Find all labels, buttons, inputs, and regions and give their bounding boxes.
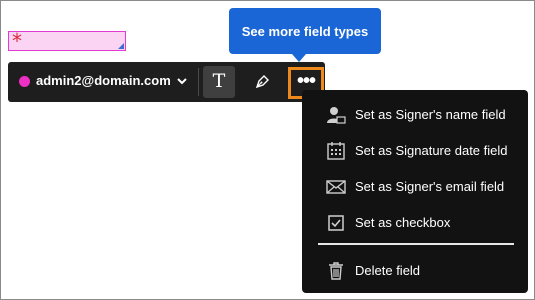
toolbar-separator [198,68,199,96]
menu-item-label: Set as Signer's email field [355,179,505,194]
menu-item-label: Delete field [355,263,421,278]
field-toolbar: admin2@domain.com T ••• [8,62,325,102]
checkbox-icon [328,215,344,231]
menu-item-signature-date[interactable]: Set as Signature date field [302,134,528,168]
signer-email[interactable]: admin2@domain.com [36,73,171,88]
field-type-menu: Set as Signer's name field Set as Signat… [302,90,528,293]
form-field[interactable]: * [8,29,126,53]
required-marker: * [12,29,22,53]
trash-icon [329,262,343,280]
menu-item-label: Set as Signature date field [355,143,508,158]
menu-divider [318,243,514,245]
screenshot-frame: * See more field types admin2@domain.com… [0,0,535,300]
menu-item-delete[interactable]: Delete field [302,254,528,288]
person-icon [327,107,346,124]
chevron-down-icon[interactable] [176,75,188,87]
resize-handle[interactable] [118,43,124,49]
calendar-icon [327,142,345,160]
menu-item-signer-email[interactable]: Set as Signer's email field [302,170,528,204]
envelope-icon [326,180,346,194]
text-field-button[interactable]: T [203,66,235,98]
tooltip-arrow [292,54,306,62]
tooltip: See more field types [229,8,381,54]
text-icon: T [212,70,226,92]
menu-item-checkbox[interactable]: Set as checkbox [302,206,528,240]
signer-color-dot [19,76,30,87]
menu-item-label: Set as checkbox [355,215,451,230]
tooltip-text: See more field types [241,23,369,39]
more-icon: ••• [296,70,316,92]
menu-item-label: Set as Signer's name field [355,107,506,122]
pen-icon[interactable] [253,73,271,91]
menu-item-signer-name[interactable]: Set as Signer's name field [302,98,528,132]
